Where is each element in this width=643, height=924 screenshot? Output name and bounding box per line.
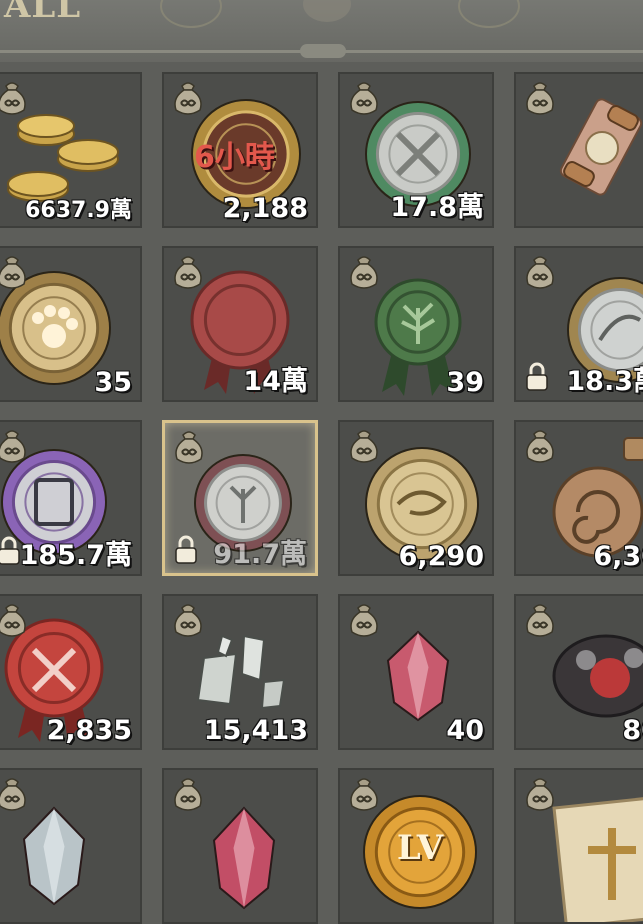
inventory-slot[interactable]: 39: [338, 246, 494, 402]
ornament-center: [303, 0, 351, 22]
infinite-bag-icon: [173, 429, 205, 465]
inventory-slot[interactable]: [514, 72, 643, 228]
inventory-slot[interactable]: [0, 768, 142, 924]
inventory-slot[interactable]: 91.7萬: [162, 420, 318, 576]
infinite-bag-icon: [348, 428, 380, 464]
inventory-slot[interactable]: [514, 768, 643, 924]
infinite-bag-icon: [172, 80, 204, 116]
infinite-bag-icon: [0, 80, 28, 116]
time-remaining: 6小時: [194, 140, 275, 175]
inventory-slot[interactable]: 35: [0, 246, 142, 402]
item-quantity: 2,835: [46, 715, 132, 746]
inventory-slot[interactable]: 6小時 2,188: [162, 72, 318, 228]
infinite-bag-icon: [0, 602, 28, 638]
infinite-bag-icon: [0, 428, 28, 464]
item-quantity: 35: [94, 367, 132, 398]
inventory-header: ALL: [0, 0, 643, 62]
inventory-slot[interactable]: 80: [514, 594, 643, 750]
divider-ornament: [300, 44, 346, 58]
item-quantity: 6,290: [398, 541, 484, 572]
infinite-bag-icon: [348, 602, 380, 638]
infinite-bag-icon: [348, 80, 380, 116]
infinite-bag-icon: [172, 776, 204, 812]
inventory-slot[interactable]: 15,413: [162, 594, 318, 750]
item-quantity: 39: [446, 367, 484, 398]
inventory-slot[interactable]: 14萬: [162, 246, 318, 402]
item-quantity: 14萬: [243, 366, 308, 397]
category-title: ALL: [4, 0, 82, 26]
inventory-slot[interactable]: 17.8萬: [338, 72, 494, 228]
infinite-bag-icon: [524, 428, 556, 464]
infinite-bag-icon: [524, 254, 556, 290]
infinite-bag-icon: [524, 602, 556, 638]
item-quantity: 6637.9萬: [25, 198, 132, 223]
item-quantity: 40: [446, 715, 484, 746]
infinite-bag-icon: [0, 254, 28, 290]
infinite-bag-icon: [172, 254, 204, 290]
inventory-slot[interactable]: 6,30: [514, 420, 643, 576]
item-grid: 6637.9萬 6小時 2,188 17.8萬 35 14萬 39 18.3 1…: [0, 62, 643, 924]
item-quantity: 6,30: [593, 541, 643, 572]
inventory-slot[interactable]: 18.3萬: [514, 246, 643, 402]
item-quantity: 185.7萬: [19, 540, 132, 571]
inventory-slot[interactable]: 185.7萬: [0, 420, 142, 576]
infinite-bag-icon: [524, 776, 556, 812]
ornament-right: [458, 0, 520, 28]
inventory-slot[interactable]: 6637.9萬: [0, 72, 142, 228]
infinite-bag-icon: [0, 776, 28, 812]
infinite-bag-icon: [348, 254, 380, 290]
item-quantity: 91.7萬: [213, 539, 307, 570]
lock-icon: [173, 535, 199, 565]
item-quantity: 2,188: [222, 193, 308, 224]
infinite-bag-icon: [348, 776, 380, 812]
infinite-bag-icon: [172, 602, 204, 638]
ornament-left: [160, 0, 222, 28]
item-quantity: 80: [622, 715, 643, 746]
item-quantity: 17.8萬: [390, 192, 484, 223]
lv-label: LV: [396, 828, 444, 868]
inventory-slot[interactable]: 40: [338, 594, 494, 750]
inventory-slot[interactable]: [162, 768, 318, 924]
inventory-slot[interactable]: LV: [338, 768, 494, 924]
item-quantity: 18.3萬: [566, 366, 643, 397]
inventory-slot[interactable]: 2,835: [0, 594, 142, 750]
item-quantity: 15,413: [203, 715, 308, 746]
lock-icon: [524, 362, 550, 392]
infinite-bag-icon: [524, 80, 556, 116]
inventory-slot[interactable]: 6,290: [338, 420, 494, 576]
